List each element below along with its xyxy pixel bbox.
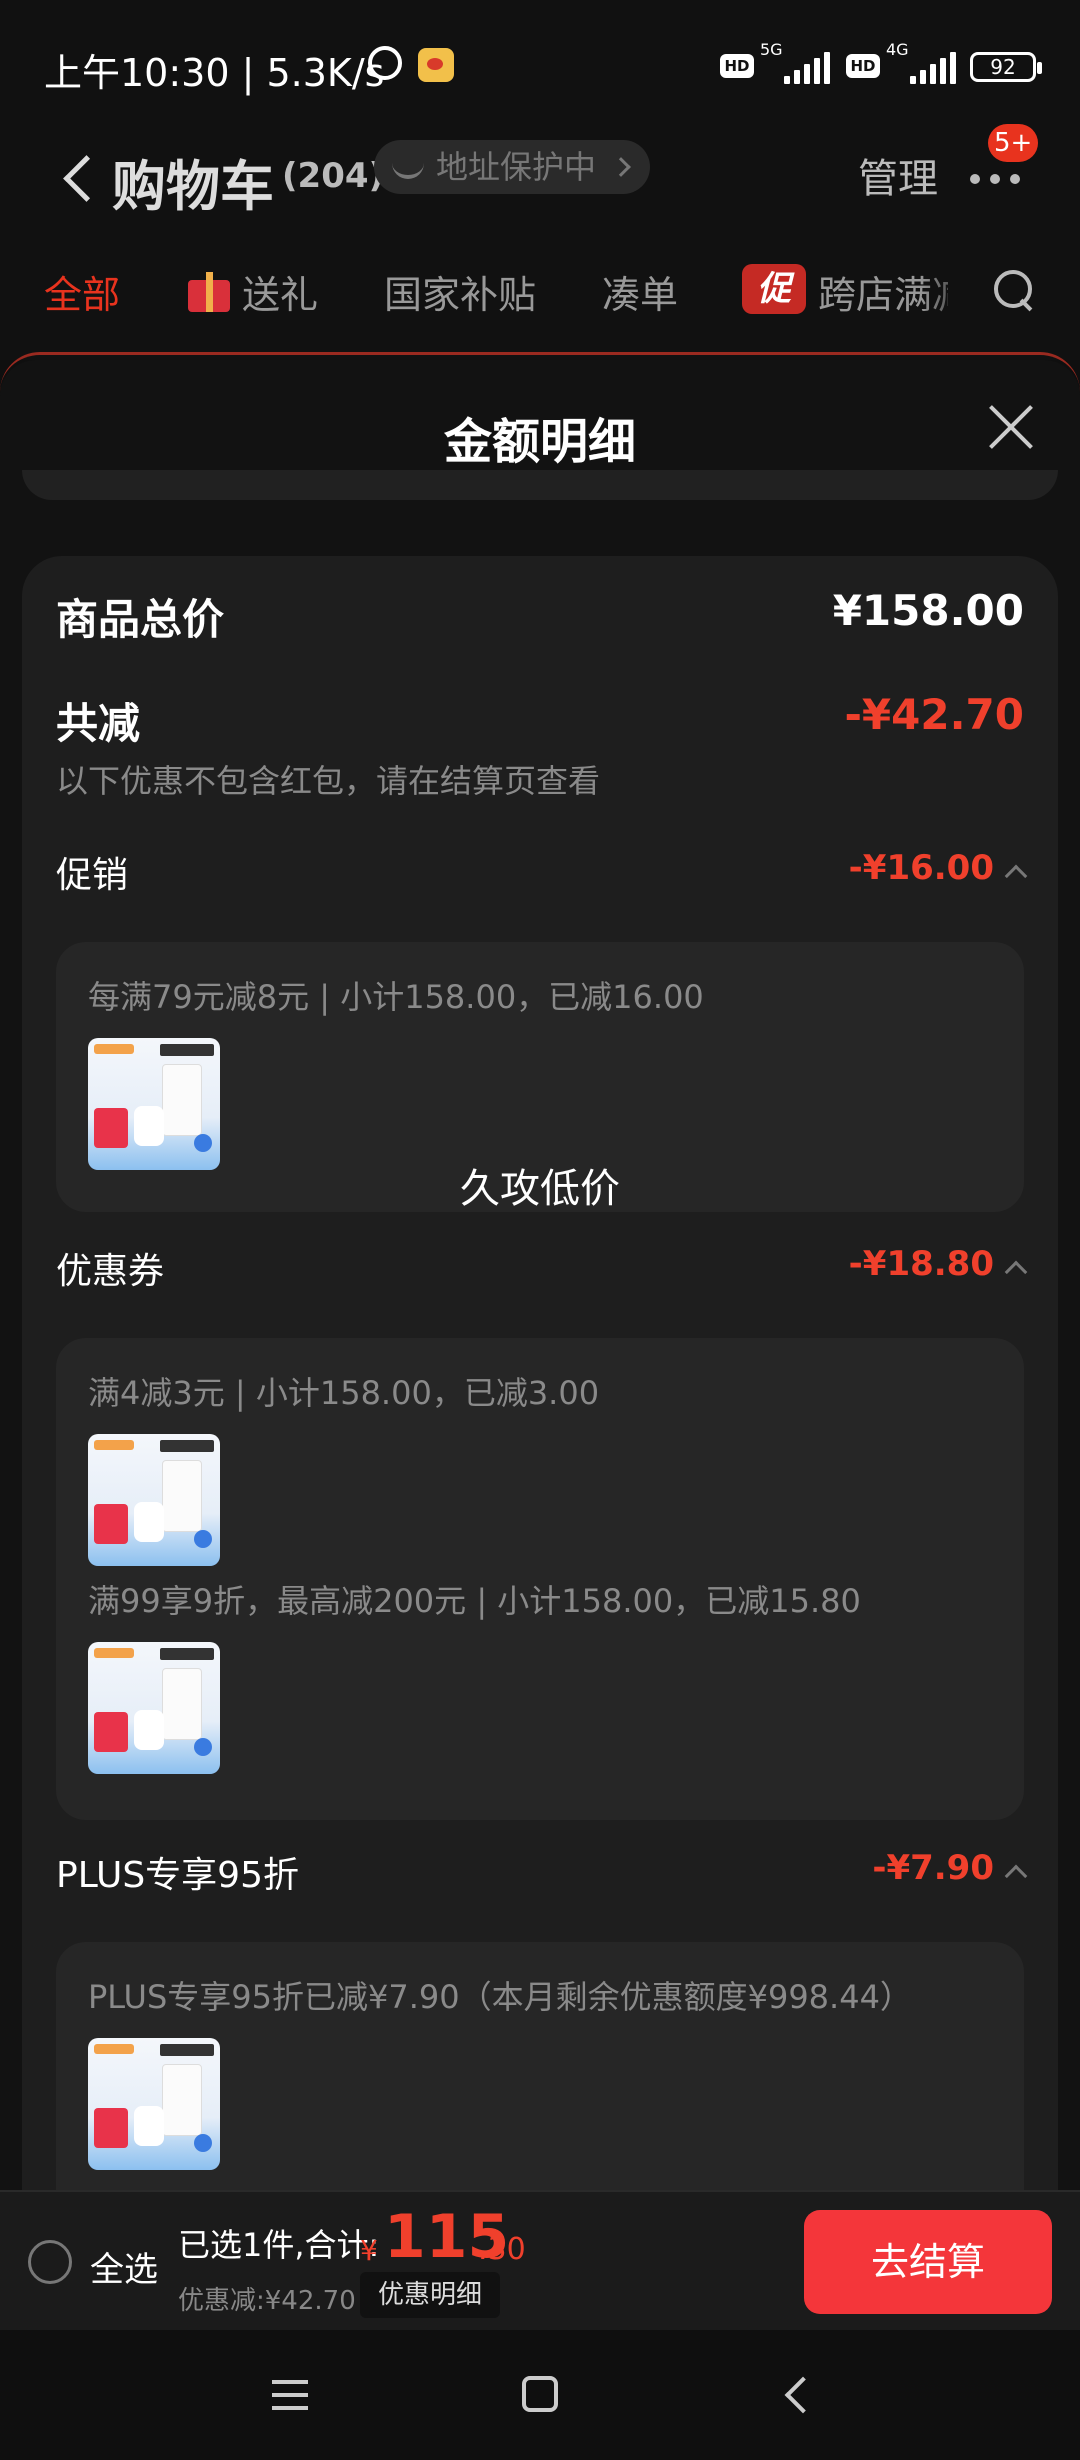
menu-icon[interactable]: [272, 2380, 308, 2410]
section-label: 优惠券: [56, 1251, 165, 1292]
discount-detail-button[interactable]: 优惠明细: [360, 2272, 500, 2318]
tab-fade: [920, 230, 980, 360]
notification-badge: 5+: [988, 124, 1039, 162]
total-currency: ¥: [360, 2234, 378, 2267]
hd-badge: HD: [720, 54, 754, 78]
product-thumbnail[interactable]: [88, 1642, 220, 1774]
search-icon[interactable]: [994, 270, 1034, 310]
weibo-icon: [418, 48, 454, 82]
gift-icon: [186, 268, 232, 312]
more-icon[interactable]: [966, 160, 1026, 200]
alarm-icon: [368, 46, 402, 80]
tab-bundle[interactable]: 凑单: [602, 264, 678, 319]
detail-line: 满4减3元 | 小计158.00，已减3.00: [88, 1374, 600, 1412]
detail-line: 每满79元减8元 | 小计158.00，已减16.00: [88, 978, 704, 1016]
cart-count: (204): [282, 156, 385, 196]
cart-header: 购物车 (204) 地址保护中 管理 5+: [0, 124, 1080, 230]
select-all-label[interactable]: 全选: [90, 2242, 158, 2291]
discount-summary: 优惠减:¥42.70: [178, 2286, 356, 2316]
chevron-up-icon[interactable]: [1004, 1260, 1028, 1284]
promo-icon: 促: [742, 264, 806, 314]
system-nav-bar: [0, 2330, 1080, 2460]
close-icon[interactable]: [986, 402, 1036, 452]
status-bar: 上午10:30 | 5.3K/s HD 5G HD 4G 92: [0, 0, 1080, 130]
detail-line: 满99享9折，最高减200元 | 小计158.00，已减15.80: [88, 1582, 861, 1620]
chevron-up-icon[interactable]: [1004, 1864, 1028, 1888]
checkout-bar: 全选 已选1件,合计: ¥ 115 .30 优惠减:¥42.70 优惠明细 去结…: [0, 2190, 1080, 2330]
total-value: ¥158.00: [832, 586, 1024, 635]
network-type: 4G: [886, 40, 909, 59]
section-value: -¥18.80: [848, 1244, 994, 1284]
total-decimal: .30: [478, 2232, 526, 2267]
address-protection-label: 地址保护中: [436, 148, 597, 186]
product-thumbnail[interactable]: [88, 2038, 220, 2170]
battery-icon: 92: [970, 52, 1042, 82]
chevron-right-icon: [611, 157, 631, 177]
total-label: 商品总价: [56, 595, 225, 644]
product-thumbnail[interactable]: [88, 1038, 220, 1170]
privacy-icon: [392, 155, 424, 179]
section-value: -¥16.00: [848, 848, 994, 888]
back-icon[interactable]: [780, 2378, 810, 2414]
home-icon[interactable]: [522, 2376, 558, 2412]
checkout-button[interactable]: 去结算: [804, 2210, 1052, 2314]
discount-value: -¥42.70: [844, 690, 1024, 739]
section-value: -¥7.90: [872, 1848, 994, 1888]
status-indicators: HD 5G HD 4G 92: [720, 40, 1044, 86]
cart-tabs: 全部 送礼 国家补贴 凑单 促 跨店满减: [0, 230, 1080, 360]
detail-line: PLUS专享95折已减¥7.90（本月剩余优惠额度¥998.44）: [88, 1978, 912, 2016]
discount-label: 共减: [56, 699, 141, 748]
signal-icon: [910, 52, 960, 84]
toast-message: 久攻低价: [460, 1166, 620, 1212]
page-title: 购物车: [112, 155, 274, 218]
hd-badge: HD: [846, 54, 880, 78]
tab-all[interactable]: 全部: [44, 264, 120, 319]
network-type: 5G: [760, 40, 783, 59]
amount-detail-card: 商品总价 ¥158.00 共减 -¥42.70 以下优惠不包含红包，请在结算页查…: [22, 556, 1058, 2190]
coupon-detail-box: 满4减3元 | 小计158.00，已减3.00 满99享9折，最高减200元 |…: [56, 1338, 1024, 1820]
manage-button[interactable]: 管理: [858, 146, 938, 204]
section-label: PLUS专享95折: [56, 1855, 299, 1896]
status-time: 上午10:30 | 5.3K/s: [44, 51, 385, 95]
tab-gift[interactable]: 送礼: [242, 264, 318, 319]
tab-national-subsidy[interactable]: 国家补贴: [384, 264, 536, 319]
signal-icon: [784, 52, 834, 84]
plus-detail-box: PLUS专享95折已减¥7.90（本月剩余优惠额度¥998.44）: [56, 1942, 1024, 2190]
summary-text: 已选1件,合计:: [178, 2226, 380, 2264]
product-thumbnail[interactable]: [88, 1434, 220, 1566]
previous-card-edge: [22, 470, 1058, 500]
chevron-up-icon[interactable]: [1004, 864, 1028, 888]
section-label: 促销: [56, 855, 129, 896]
sheet-title: 金额明细: [443, 414, 636, 470]
select-all-checkbox[interactable]: [28, 2240, 72, 2284]
discount-note: 以下优惠不包含红包，请在结算页查看: [56, 762, 601, 800]
address-protection-pill[interactable]: 地址保护中: [374, 140, 650, 194]
amount-detail-sheet: 金额明细 商品总价 ¥158.00 共减 -¥42.70 以下优惠不包含红包，请…: [0, 360, 1080, 2190]
back-icon[interactable]: [58, 148, 96, 208]
